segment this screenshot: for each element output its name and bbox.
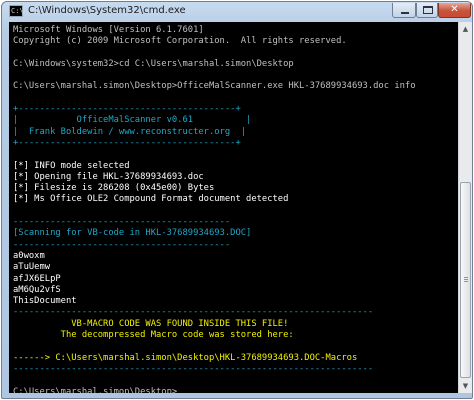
console-line: [*] Ms Office OLE2 Compound Format docum… (13, 194, 289, 205)
console-line: ----------------------------------------… (13, 239, 231, 250)
console-line: Microsoft Windows [Version 6.1.7601] (13, 25, 204, 35)
console-line: ------> C:\Users\marshal.simon\Desktop\H… (13, 352, 358, 363)
console-line: [*] Filesize is 286208 (0x45e00) Bytes (13, 183, 215, 194)
scroll-thumb[interactable] (460, 182, 471, 378)
window-title: C:\Windows\System32\cmd.exe (28, 5, 186, 16)
console-line: C:\Users\marshal.simon\Desktop>OfficeMal… (13, 81, 416, 92)
console-line: +---------------------------------------… (13, 104, 241, 115)
console-line: a0woxm (13, 250, 45, 261)
console-line: +---------------------------------------… (13, 137, 241, 148)
maximize-button[interactable] (416, 3, 438, 18)
console-line: | OfficeMalScanner v0.61 | (13, 115, 252, 126)
minimize-icon (401, 12, 409, 14)
console-line: The decompressed Macro code was stored h… (13, 330, 294, 341)
console-output[interactable]: Microsoft Windows [Version 6.1.7601] Copy… (9, 22, 458, 393)
close-button[interactable]: ✕ (438, 3, 471, 18)
bottom-frame (9, 393, 458, 398)
console-line: VB-MACRO CODE WAS FOUND INSIDE THIS FILE… (13, 318, 289, 329)
console-line: [*] Opening file HKL-37689934693.doc (13, 171, 204, 182)
maximize-icon (423, 6, 433, 14)
console-line: C:\Windows\system32>cd C:\Users\marshal.… (13, 58, 294, 69)
console-line: ThisDocument (13, 296, 77, 307)
close-icon: ✕ (450, 4, 459, 15)
console-line: [Scanning for VB-code in HKL-37689934693… (13, 228, 252, 239)
console-line: aM6Qu2vfS (13, 284, 61, 295)
vertical-scrollbar[interactable]: ▲ ▼ (458, 22, 472, 393)
console-line: ----------------------------------------… (13, 307, 374, 318)
grip-line (464, 281, 468, 282)
title-bar[interactable]: C:\ C:\Windows\System32\cmd.exe ✕ (2, 2, 472, 22)
console-line: afJX6ELpP (13, 273, 61, 284)
console-line: aTuUemw (13, 262, 51, 273)
cmd-icon[interactable]: C:\ (9, 5, 24, 17)
grip-line (464, 277, 468, 278)
scroll-down-arrow-icon[interactable]: ▼ (459, 379, 472, 393)
console-line: ----------------------------------------… (13, 363, 374, 374)
grip-line (464, 279, 468, 280)
scroll-up-arrow-icon[interactable]: ▲ (459, 22, 472, 36)
console-line: ----------------------------------------… (13, 217, 231, 228)
cmd-window: C:\ C:\Windows\System32\cmd.exe ✕ Micros… (1, 1, 473, 399)
console-line: | Frank Boldewin / www.reconstructer.org… (13, 126, 247, 137)
minimize-button[interactable] (392, 3, 416, 18)
console-line: [*] INFO mode selected (13, 160, 130, 171)
console-line: Copyright (c) 2009 Microsoft Corporation… (13, 36, 347, 47)
